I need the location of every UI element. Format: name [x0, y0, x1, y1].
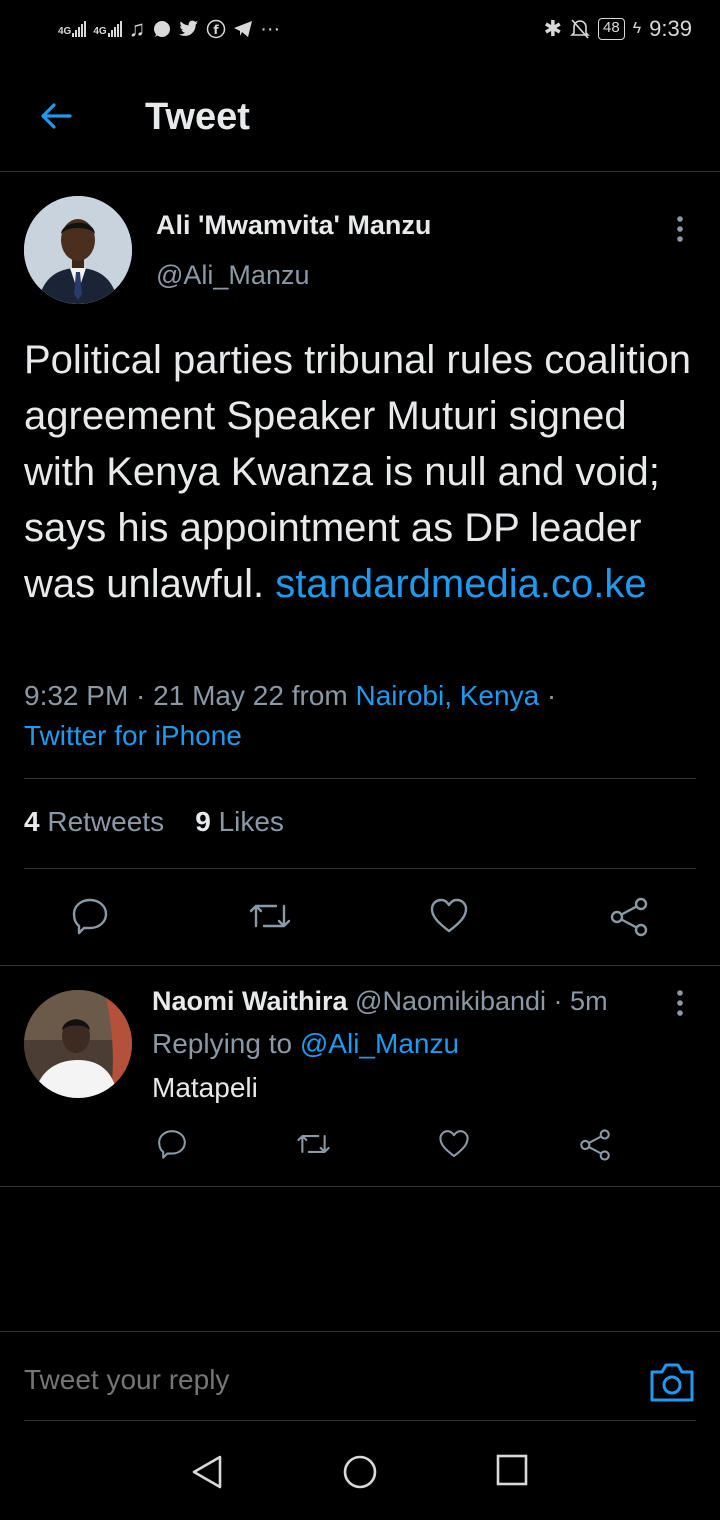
signal-1-icon: 4G — [58, 21, 87, 37]
twitter-icon — [179, 20, 199, 36]
reply-author-handle[interactable]: @Naomikibandi — [355, 986, 546, 1016]
network-type-2: 4G — [93, 26, 107, 37]
retweet-icon[interactable] — [248, 896, 292, 936]
clock: 9:39 — [649, 16, 692, 41]
camera-icon[interactable] — [648, 1360, 696, 1404]
nav-home-icon[interactable] — [342, 1454, 378, 1490]
retweets-stat[interactable]: 4 Retweets — [24, 806, 164, 837]
top-app-bar: Tweet — [0, 62, 720, 172]
tweet-link[interactable]: standardmedia.co.ke — [275, 562, 646, 606]
retweets-label: Retweets — [47, 806, 165, 837]
divider — [24, 1420, 696, 1421]
nav-back-icon[interactable] — [190, 1454, 224, 1490]
page-title: Tweet — [145, 96, 250, 138]
divider — [24, 868, 696, 869]
tweet-location[interactable]: Nairobi, Kenya — [355, 680, 539, 711]
separator: · — [539, 680, 557, 711]
back-arrow-icon[interactable] — [36, 96, 76, 136]
reply-like-heart-icon[interactable] — [438, 1128, 470, 1160]
nav-recents-icon[interactable] — [496, 1454, 528, 1486]
facebook-icon: f — [206, 19, 226, 39]
divider — [0, 965, 720, 966]
replying-to-handle[interactable]: @Ali_Manzu — [300, 1028, 459, 1059]
likes-label: Likes — [218, 806, 284, 837]
reply-reply-icon[interactable] — [156, 1128, 188, 1160]
replying-to: Replying to @Ali_Manzu — [152, 1028, 459, 1060]
author-handle[interactable]: @Ali_Manzu — [156, 260, 309, 291]
reply-share-icon[interactable] — [578, 1128, 612, 1162]
reply-retweet-icon[interactable] — [296, 1128, 331, 1160]
svg-text:f: f — [214, 23, 220, 37]
separator: · — [128, 680, 154, 711]
retweets-count: 4 — [24, 806, 40, 837]
divider — [0, 1186, 720, 1187]
reply-actions — [0, 1128, 720, 1188]
reply-compose-input[interactable] — [24, 1364, 624, 1396]
status-bar: 4G 4G ♫ f ··· ✱ 48 ϟ 9:39 — [0, 0, 720, 62]
reply-header: Naomi Waithira @Naomikibandi · 5m — [152, 986, 608, 1017]
author-name[interactable]: Ali 'Mwamvita' Manzu — [156, 210, 431, 241]
from-label: from — [291, 680, 348, 711]
status-right: ✱ 48 ϟ 9:39 — [544, 16, 692, 42]
tweet-body: Political parties tribunal rules coaliti… — [24, 332, 704, 612]
tweet-source[interactable]: Twitter for iPhone — [24, 720, 242, 751]
more-notifications-icon: ··· — [260, 17, 281, 40]
music-icon: ♫ — [128, 16, 146, 41]
author-avatar[interactable] — [24, 196, 132, 304]
share-icon[interactable] — [608, 896, 650, 938]
separator: · — [546, 986, 571, 1016]
like-heart-icon[interactable] — [429, 896, 469, 936]
system-navigation-bar — [0, 1430, 720, 1520]
network-type-1: 4G — [58, 26, 72, 37]
reply-more-options-icon[interactable] — [670, 988, 690, 1018]
tweet-metadata: 9:32 PM · 21 May 22 from Nairobi, Kenya … — [24, 676, 704, 756]
likes-count: 9 — [195, 806, 211, 837]
reply-author-name[interactable]: Naomi Waithira — [152, 986, 348, 1016]
replying-label: Replying to — [152, 1028, 293, 1059]
status-left: 4G 4G ♫ f ··· — [58, 16, 280, 42]
reply-age: 5m — [570, 986, 608, 1016]
more-options-icon[interactable] — [670, 214, 690, 244]
divider — [24, 778, 696, 779]
charging-icon: ϟ — [632, 20, 642, 37]
telegram-icon — [234, 21, 253, 37]
reply-author-avatar[interactable] — [24, 990, 132, 1098]
reply-text: Matapeli — [152, 1072, 258, 1103]
reply-icon[interactable] — [70, 896, 110, 936]
tweet-time: 9:32 PM — [24, 680, 129, 711]
tweet-stats: 4 Retweets 9 Likes — [24, 806, 284, 838]
signal-2-icon: 4G — [93, 21, 122, 37]
battery-indicator: 48 — [598, 18, 625, 40]
tweet-date: 21 May 22 — [153, 680, 284, 711]
whatsapp-icon — [154, 21, 171, 37]
divider — [0, 1331, 720, 1332]
bluetooth-icon: ✱ — [543, 16, 563, 41]
likes-stat[interactable]: 9 Likes — [195, 806, 284, 837]
tweet-actions — [0, 896, 720, 956]
mute-bell-icon — [570, 19, 590, 39]
